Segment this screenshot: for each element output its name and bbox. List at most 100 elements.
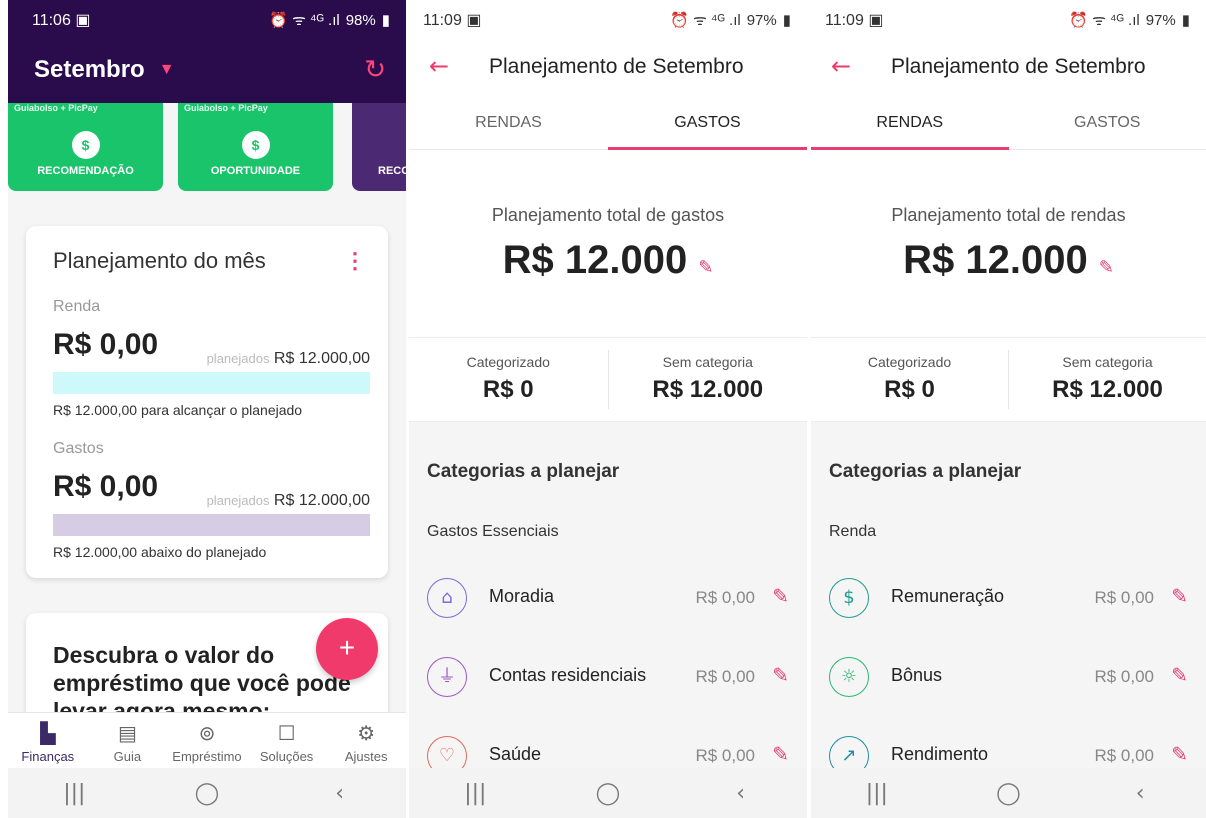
edit-pencil-icon[interactable]: ✎ — [1171, 663, 1188, 687]
back-nav-icon[interactable]: ‹ — [711, 781, 771, 806]
tab-ajustes[interactable]: ⚙ Ajustes — [326, 713, 406, 768]
list-item[interactable]: ⌂ Moradia R$ 0,00 ✎ — [427, 578, 789, 622]
group-title: Gastos Essenciais — [427, 523, 559, 540]
tab-label: Guia — [113, 749, 142, 764]
gear-icon: ⚙ — [357, 721, 376, 745]
uncategorized-label: Sem categoria — [662, 354, 753, 370]
tab-label: Empréstimo — [172, 749, 242, 764]
list-item[interactable]: ☼ Bônus R$ 0,00 ✎ — [829, 657, 1188, 701]
edit-pencil-icon[interactable]: ✎ — [1171, 742, 1188, 766]
monthly-plan-card[interactable]: Planejamento do mês ⋮ Renda R$ 0,00 plan… — [26, 226, 388, 578]
list-item[interactable]: $ Remuneração R$ 0,00 ✎ — [829, 578, 1188, 622]
status-bar: 11:09 ▣ ⏰ ᯤ ⁴ᴳ .ıl 97% ▮ — [409, 0, 807, 40]
back-arrow-icon[interactable]: ← — [831, 52, 851, 80]
promo-card-partial[interactable]: RECO — [352, 95, 406, 191]
house-icon: ⌂ — [427, 578, 467, 618]
card-title: Planejamento do mês — [53, 248, 266, 273]
edit-pencil-icon[interactable]: ✎ — [698, 257, 713, 278]
recents-icon[interactable]: ||| — [445, 781, 505, 806]
bottom-tab-bar: ▙ Finanças ▤ Guia ⊚ Empréstimo ☐ Soluções ⚙ A… — [8, 712, 406, 768]
battery-icon: ▮ — [1181, 12, 1190, 29]
recents-icon[interactable]: ||| — [44, 781, 104, 806]
tab-rendas[interactable]: RENDAS — [811, 104, 1009, 150]
categories-section: Categorias a planejar Renda $ Remuneraçã… — [811, 423, 1206, 776]
promo-label: RECO — [378, 165, 406, 177]
back-nav-icon[interactable]: ‹ — [310, 781, 370, 806]
total-caption: Planejamento total de gastos — [491, 205, 725, 225]
tab-strip: RENDAS GASTOS — [811, 104, 1206, 150]
chevron-down-icon: ▼ — [158, 61, 175, 78]
status-icons: ⏰ ᯤ ⁴ᴳ .ıl — [1069, 12, 1140, 29]
tab-label: Finanças — [21, 749, 75, 764]
month-selector[interactable]: Setembro ▼ — [34, 56, 175, 84]
expense-value: R$ 0,00 — [53, 470, 159, 503]
expense-progress-bar — [53, 514, 370, 536]
total-caption: Planejamento total de rendas — [891, 205, 1126, 225]
battery-icon: ▮ — [381, 12, 390, 29]
expense-planned-value: R$ 12.000,00 — [273, 492, 370, 509]
total-amount: R$ 12.000 ✎ — [409, 238, 807, 283]
home-icon[interactable]: ◯ — [578, 781, 638, 806]
category-split: Categorizado R$ 0 Sem categoria R$ 12.00… — [409, 338, 807, 422]
hand-money-icon: $ — [71, 131, 100, 159]
promo-brand: Guiabolso + PicPay — [14, 103, 98, 113]
more-options-icon[interactable]: ⋮ — [344, 248, 366, 274]
income-note-amount: R$ 12.000,00 — [53, 402, 138, 418]
list-item[interactable]: ⏚ Contas residenciais R$ 0,00 ✎ — [427, 657, 789, 701]
edit-pencil-icon[interactable]: ✎ — [772, 584, 789, 608]
tab-guia[interactable]: ▤ Guia — [88, 713, 168, 768]
gallery-icon: ▣ — [868, 12, 884, 29]
tab-solucoes[interactable]: ☐ Soluções — [247, 713, 327, 768]
category-name: Saúde — [489, 744, 542, 764]
back-arrow-icon[interactable]: ← — [429, 52, 449, 80]
home-icon[interactable]: ◯ — [978, 781, 1038, 806]
tab-financas[interactable]: ▙ Finanças — [8, 713, 88, 768]
income-planning-screen: 11:09 ▣ ⏰ ᯤ ⁴ᴳ .ıl 97% ▮ ← Planejamento de… — [811, 0, 1206, 818]
battery-level: 98% — [345, 11, 376, 29]
income-note-text: para alcançar o planejado — [140, 402, 303, 418]
section-title: Categorias a planejar — [427, 461, 620, 482]
edit-pencil-icon[interactable]: ✎ — [772, 742, 789, 766]
promo-card-opportunity[interactable]: Guiabolso + PicPay $ OPORTUNIDADE — [178, 95, 333, 191]
top-bar: 11:09 ▣ ⏰ ᯤ ⁴ᴳ .ıl 97% ▮ ← Planejamento de… — [811, 0, 1206, 150]
refresh-icon[interactable]: ↻ — [364, 54, 386, 85]
uncategorized-column: Sem categoria R$ 12.000 — [609, 338, 808, 421]
battery-level: 97% — [746, 11, 777, 29]
status-bar: 11:06 ▣ ⏰ ᯤ ⁴ᴳ .ıl 98% ▮ — [8, 0, 406, 40]
tab-rendas[interactable]: RENDAS — [409, 104, 608, 149]
edit-pencil-icon[interactable]: ✎ — [1171, 584, 1188, 608]
add-button[interactable]: + — [316, 618, 378, 680]
home-icon[interactable]: ◯ — [177, 781, 237, 806]
income-progress-bar — [53, 372, 370, 394]
recents-icon[interactable]: ||| — [847, 781, 907, 806]
planned-word: planejados — [206, 351, 270, 366]
page-title: Planejamento de Setembro — [489, 55, 744, 78]
promo-label: OPORTUNIDADE — [210, 165, 301, 177]
promo-carousel[interactable]: Guiabolso + PicPay $ RECOMENDAÇÃO Guiabo… — [8, 95, 406, 191]
categorized-value: R$ 0 — [884, 376, 935, 403]
uncategorized-column: Sem categoria R$ 12.000 — [1009, 338, 1206, 421]
status-icons: ⏰ ᯤ ⁴ᴳ .ıl — [670, 12, 741, 29]
hand-money-icon: $ — [241, 131, 270, 159]
back-nav-icon[interactable]: ‹ — [1110, 781, 1170, 806]
categorized-column: Categorizado R$ 0 — [811, 350, 1009, 409]
tab-gastos[interactable]: GASTOS — [608, 104, 807, 150]
uncategorized-value: R$ 12.000 — [1052, 376, 1163, 403]
categorized-label: Categorizado — [867, 354, 952, 370]
month-label: Setembro — [34, 56, 145, 83]
category-value: R$ 0,00 — [695, 667, 755, 686]
tab-emprestimo[interactable]: ⊚ Empréstimo — [167, 713, 247, 768]
status-time: 11:09 — [825, 12, 864, 29]
total-value: R$ 12.000 — [903, 238, 1088, 282]
tab-gastos[interactable]: GASTOS — [1009, 104, 1206, 149]
edit-pencil-icon[interactable]: ✎ — [772, 663, 789, 687]
tab-strip: RENDAS GASTOS — [409, 104, 807, 150]
edit-pencil-icon[interactable]: ✎ — [1099, 257, 1114, 278]
status-time: 11:09 — [423, 12, 462, 29]
promo-card-recommendation[interactable]: Guiabolso + PicPay $ RECOMENDAÇÃO — [8, 95, 163, 191]
expense-note-text: abaixo do planejado — [140, 544, 267, 560]
category-value: R$ 0,00 — [695, 588, 755, 607]
finance-chart-icon: ▙ — [40, 721, 56, 745]
total-summary: Planejamento total de rendas R$ 12.000 ✎ — [811, 150, 1206, 338]
total-summary: Planejamento total de gastos R$ 12.000 ✎ — [409, 150, 807, 338]
